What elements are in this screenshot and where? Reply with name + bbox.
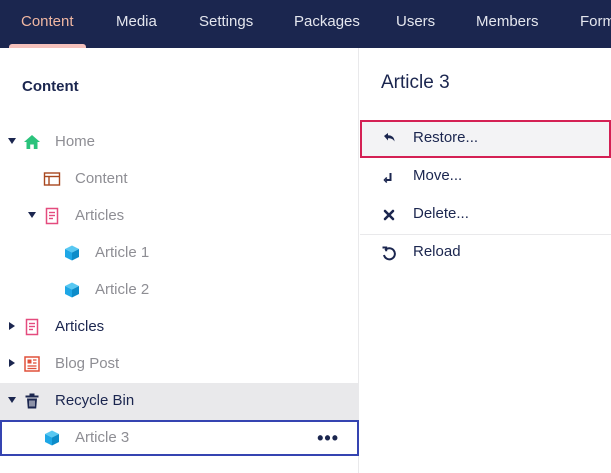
tree-node-label: Article 1 [95,244,150,261]
tree-node-label: Article 3 [75,429,130,446]
tree-node-blog-post[interactable]: Blog Post [0,346,359,383]
cube-icon [63,281,81,299]
tree-node-label: Content [75,170,128,187]
close-icon [380,206,398,224]
home-icon [23,133,41,151]
document-icon [43,207,61,225]
tree-node-label: Home [55,133,96,150]
tree-node-label: Article 2 [95,281,150,298]
tree-node-label: Articles [55,318,105,335]
top-navigation: Content Media Settings Packages Users Me… [0,0,611,48]
cube-icon [43,429,61,447]
move-icon [380,168,398,186]
action-label: Reload [413,243,461,260]
trash-icon [23,392,41,410]
action-label: Delete... [413,205,469,222]
tree-node-recycle-bin[interactable]: Recycle Bin [0,383,359,420]
reload-action[interactable]: Reload [360,234,611,272]
restore-action[interactable]: Restore... [360,120,611,158]
action-label: Restore... [413,129,479,146]
nav-item-media[interactable]: Media [116,0,157,48]
document-icon [23,318,41,336]
more-options-button[interactable]: ••• [317,428,339,449]
reload-icon [380,244,398,262]
layout-icon [43,170,61,188]
move-action[interactable]: Move... [360,158,611,196]
tree-node-article-1[interactable]: Article 1 [0,235,359,272]
nav-item-members[interactable]: Members [476,0,539,48]
tree-node-home[interactable]: Home [0,124,359,161]
actions-panel: Article 3 Restore... Move... Delete... R… [360,48,611,473]
caret-right-icon[interactable] [9,359,15,367]
content-tree: Content Home Content Articles Article 1 [0,48,359,473]
caret-down-icon[interactable] [28,212,36,218]
nav-item-forms[interactable]: Forms [580,0,611,48]
nav-item-packages[interactable]: Packages [294,0,360,48]
tree-node-article-2[interactable]: Article 2 [0,272,359,309]
tree-title: Content [22,78,79,95]
action-label: Move... [413,167,463,184]
delete-action[interactable]: Delete... [360,196,611,234]
tree-node-article-3[interactable]: Article 3 ••• [0,420,359,456]
caret-down-icon[interactable] [8,397,16,403]
cube-icon [63,244,81,262]
tree-node-label: Recycle Bin [55,392,135,409]
nav-item-settings[interactable]: Settings [199,0,253,48]
newspaper-icon [23,355,41,373]
tree-node-articles[interactable]: Articles [0,198,359,235]
nav-item-users[interactable]: Users [396,0,435,48]
tree-node-label: Blog Post [55,355,120,372]
caret-down-icon[interactable] [8,138,16,144]
nav-item-content[interactable]: Content [21,0,74,48]
tree-node-content[interactable]: Content [0,161,359,198]
panel-title: Article 3 [381,72,450,93]
tree-node-label: Articles [75,207,125,224]
tree-node-articles-2[interactable]: Articles [0,309,359,346]
caret-right-icon[interactable] [9,322,15,330]
undo-icon [380,130,398,148]
